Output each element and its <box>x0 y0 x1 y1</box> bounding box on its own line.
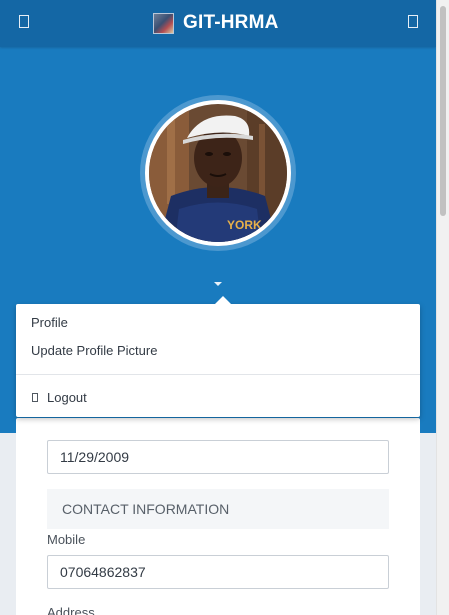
date-field[interactable] <box>47 440 389 474</box>
app-viewport: GIT-HRMA YORK Profile Update Profile Pic… <box>0 0 436 615</box>
avatar-photo: YORK <box>149 104 287 242</box>
sidebar-toggle-icon[interactable] <box>19 15 29 28</box>
logout-icon <box>32 393 38 402</box>
brand-logo-icon <box>153 12 174 34</box>
chevron-down-icon[interactable] <box>214 282 222 286</box>
menu-item-update-profile-picture[interactable]: Update Profile Picture <box>31 343 157 358</box>
logout-label: Logout <box>47 390 87 405</box>
svg-text:YORK: YORK <box>227 218 262 232</box>
profile-dropdown-menu: Profile Update Profile Picture Logout <box>16 296 420 417</box>
mobile-label: Mobile <box>47 532 86 547</box>
menu-divider <box>16 374 420 375</box>
avatar[interactable]: YORK <box>145 100 291 246</box>
brand-title: GIT-HRMA <box>183 12 279 33</box>
top-navbar: GIT-HRMA <box>0 0 436 47</box>
profile-form-card: CONTACT INFORMATION Mobile Address <box>16 418 420 615</box>
address-label: Address <box>47 605 95 615</box>
mobile-field[interactable] <box>47 555 389 589</box>
scrollbar-thumb[interactable] <box>440 6 446 216</box>
brand[interactable]: GIT-HRMA <box>153 12 279 34</box>
menu-toggle-icon[interactable] <box>408 15 418 28</box>
menu-item-logout[interactable]: Logout <box>32 390 87 405</box>
dropdown-arrow <box>215 296 231 304</box>
menu-item-profile[interactable]: Profile <box>31 315 68 330</box>
contact-information-heading: CONTACT INFORMATION <box>47 489 389 529</box>
page-scrollbar[interactable] <box>436 0 449 615</box>
